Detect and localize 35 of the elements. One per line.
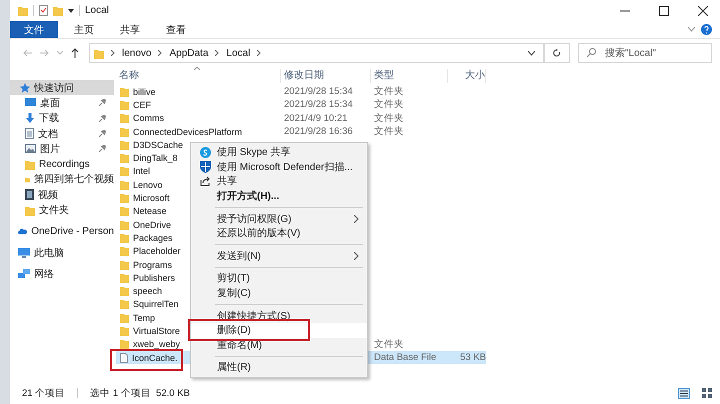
file-name: Placeholder <box>133 246 181 256</box>
type-cell-text: Data Base File <box>373 352 438 364</box>
file-name: Programs <box>133 260 172 270</box>
status-text: 选中 1 个项目 52.0 KB <box>90 386 190 400</box>
file-name: Packages <box>133 232 173 243</box>
type-cell-text: 文件夹 <box>373 98 405 112</box>
type-cell-text: 文件夹 <box>373 125 405 138</box>
file-name: Microsoft <box>133 193 170 204</box>
date-cell-text: 2021/9/28 15:34 <box>283 86 354 98</box>
file-name: IconCache. <box>132 352 178 363</box>
date-cell-text: 2021/9/28 16:36 <box>283 126 354 138</box>
file-name: billive <box>133 86 156 97</box>
file-name: Intel <box>133 166 150 176</box>
type-cell-text: 文件夹 <box>373 85 405 98</box>
file-name: Lenovo <box>133 180 163 190</box>
file-name: CEF <box>133 100 151 110</box>
file-name: SquirrelTen <box>133 299 179 310</box>
file-name: ConnectedDevicesPlatform <box>133 126 242 137</box>
file-name: OneDrive <box>133 220 172 230</box>
file-name: Netease <box>133 206 167 216</box>
file-name: Temp <box>133 312 156 323</box>
file-name: Publishers <box>133 272 176 283</box>
file-name: D3DSCache <box>133 140 184 150</box>
window-title: Local <box>85 5 109 16</box>
file-name: DingTalk_8 <box>133 153 178 164</box>
file-name: speech <box>133 286 162 296</box>
type-cell-text: 文件夹 <box>373 338 405 351</box>
file-name: Comms <box>133 113 164 124</box>
date-cell-text: 2021/4/9 10:21 <box>283 112 348 124</box>
type-cell-text: 文件夹 <box>373 112 405 125</box>
file-name: VirtualStore <box>133 326 180 336</box>
status-text: 21 个项目 <box>22 386 66 400</box>
size-cell-text: 53 KB <box>459 352 486 364</box>
date-cell-text: 2021/9/28 15:34 <box>283 99 354 110</box>
file-name: xweb_weby <box>133 339 180 350</box>
